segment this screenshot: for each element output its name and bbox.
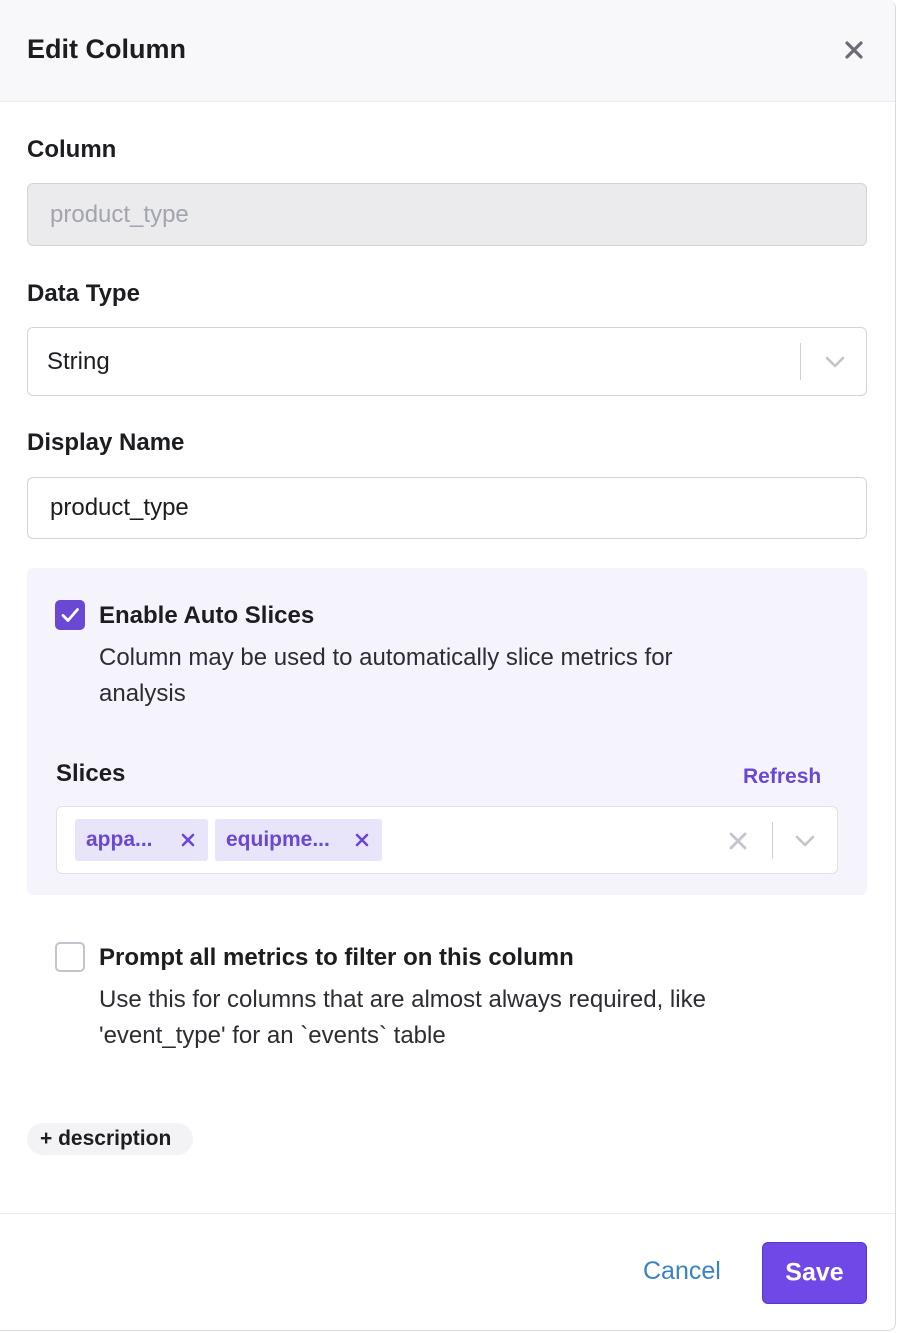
display-name-value: product_type — [50, 494, 189, 521]
select-divider — [800, 343, 801, 380]
data-type-select[interactable]: String — [27, 327, 867, 396]
footer-divider — [0, 1213, 895, 1214]
chevron-down-icon[interactable] — [823, 350, 847, 374]
chevron-down-icon[interactable] — [793, 829, 817, 853]
close-icon — [845, 41, 863, 59]
prompt-filter-checkbox[interactable] — [55, 942, 85, 972]
save-button-label: Save — [785, 1258, 844, 1287]
dialog-header: Edit Column — [0, 0, 895, 102]
add-description-button[interactable]: + description — [27, 1123, 193, 1155]
auto-slices-description-line1: Column may be used to automatically slic… — [99, 644, 673, 671]
refresh-button[interactable]: Refresh — [743, 765, 821, 789]
enable-auto-slices-title: Enable Auto Slices — [99, 602, 315, 629]
data-type-value: String — [47, 347, 110, 375]
cancel-button[interactable]: Cancel — [643, 1257, 721, 1286]
display-name-label: Display Name — [27, 429, 185, 456]
slices-multiselect[interactable]: appa... equipme... — [56, 806, 838, 874]
column-field: product_type — [27, 183, 867, 246]
dialog-title: Edit Column — [27, 34, 186, 64]
display-name-input[interactable]: product_type — [27, 477, 867, 539]
slice-chip-label: equipme... — [226, 828, 330, 851]
edit-column-dialog: Edit Column Column product_type Data Typ… — [0, 0, 896, 1331]
prompt-filter-title: Prompt all metrics to filter on this col… — [99, 944, 574, 971]
chip-remove-icon[interactable] — [179, 831, 197, 849]
prompt-filter-description-line1: Use this for columns that are almost alw… — [99, 986, 706, 1013]
enable-auto-slices-checkbox[interactable] — [55, 600, 85, 630]
slices-label: Slices — [56, 760, 126, 787]
column-label: Column — [27, 136, 117, 163]
close-button[interactable] — [838, 34, 870, 66]
slice-chip: equipme... — [215, 819, 382, 861]
clear-icon[interactable] — [727, 830, 749, 852]
data-type-label: Data Type — [27, 280, 140, 307]
save-button[interactable]: Save — [762, 1242, 867, 1304]
add-description-label: + description — [40, 1127, 172, 1150]
slice-chip: appa... — [75, 819, 208, 861]
slice-chip-label: appa... — [86, 828, 153, 851]
column-value: product_type — [50, 200, 189, 228]
checkmark-icon — [61, 608, 79, 622]
chip-remove-icon[interactable] — [353, 831, 371, 849]
auto-slices-description-line2: analysis — [99, 680, 186, 707]
auto-slices-panel: Enable Auto Slices Column may be used to… — [27, 568, 867, 895]
multiselect-divider — [772, 822, 773, 859]
prompt-filter-description-line2: 'event_type' for an `events` table — [99, 1022, 446, 1049]
